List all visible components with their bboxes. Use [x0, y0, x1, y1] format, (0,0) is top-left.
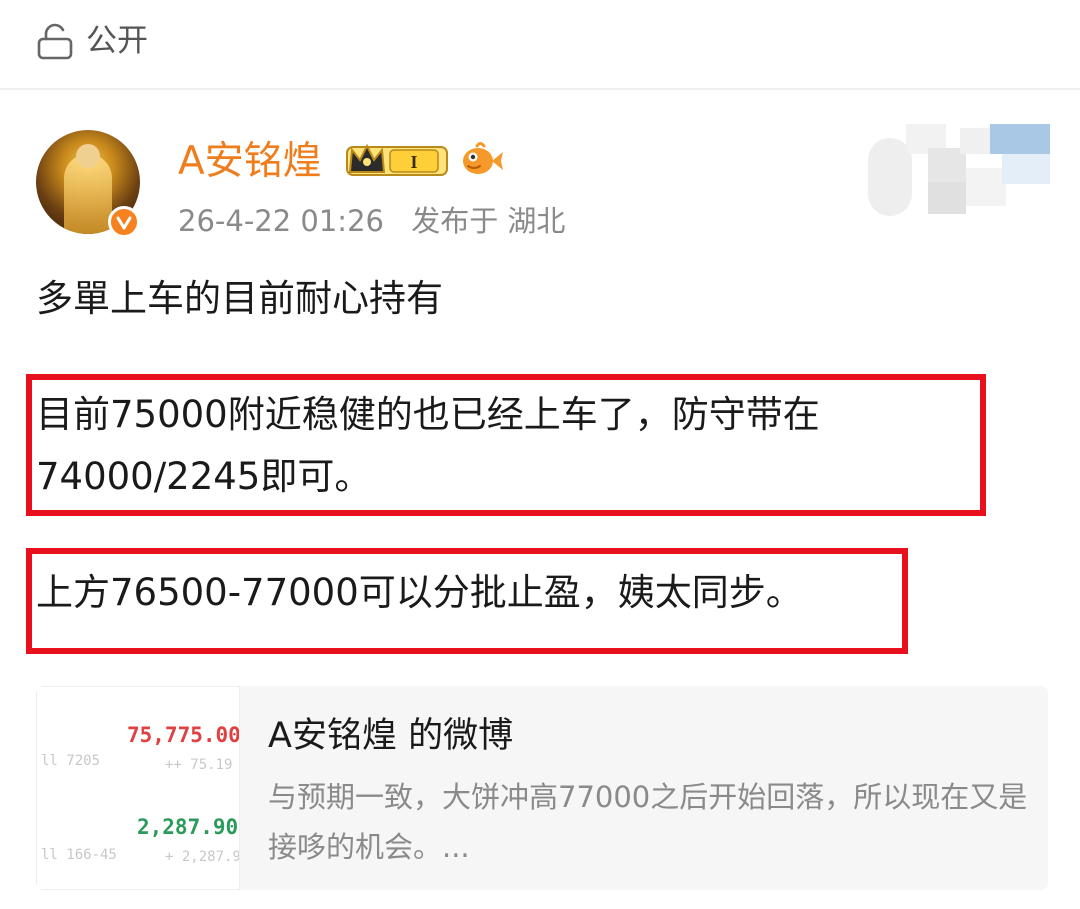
post-location: 发布于 湖北	[411, 204, 566, 238]
avatar-head	[76, 144, 100, 168]
repost-thumbnail: ll 7205 75,775.00 ++ 75.19 ll 166-45 2,2…	[36, 686, 240, 890]
repost-excerpt: 与预期一致，大饼冲高77000之后开始回落，所以现在又是接哆的机会。...	[268, 780, 1028, 864]
post-text-para2-line1: 目前75000附近稳健的也已经上车了，防守带在	[36, 393, 820, 436]
post-time: 26-4-22 01:26	[178, 204, 384, 238]
thumb-faint-text: ++ 75.19	[165, 757, 233, 773]
post-text-line1: 多單上车的目前耐心持有	[36, 277, 443, 320]
lock-icon	[37, 23, 73, 60]
thumb-faint-text: ll 166-45	[41, 847, 117, 863]
member-level-label: I	[410, 152, 417, 172]
member-crown-badge-icon[interactable]: I	[346, 142, 450, 180]
blurred-image-icon[interactable]	[862, 122, 1052, 218]
post-text-para3: 上方76500-77000可以分批止盈，姨太同步。	[36, 571, 803, 614]
repost-title: A安铭煌 的微博	[268, 716, 514, 756]
verified-icon	[108, 206, 140, 238]
repost-card[interactable]: ll 7205 75,775.00 ++ 75.19 ll 166-45 2,2…	[36, 686, 1048, 890]
thumb-price-red: 75,775.00	[127, 723, 240, 747]
thumb-faint-text: + 2,287.90	[165, 849, 239, 865]
post-text-para2-line2: 74000/2245即可。	[36, 455, 372, 498]
top-bar: 公开	[0, 0, 1080, 90]
thumb-faint-text: ll 7205	[41, 753, 101, 769]
fish-icon[interactable]	[460, 140, 504, 180]
visibility-label[interactable]: 公开	[86, 20, 148, 62]
author-name[interactable]: A安铭煌	[178, 136, 322, 188]
post-meta: 26-4-22 01:26 发布于 湖北	[178, 200, 565, 242]
thumb-price-green: 2,287.90	[137, 815, 239, 839]
